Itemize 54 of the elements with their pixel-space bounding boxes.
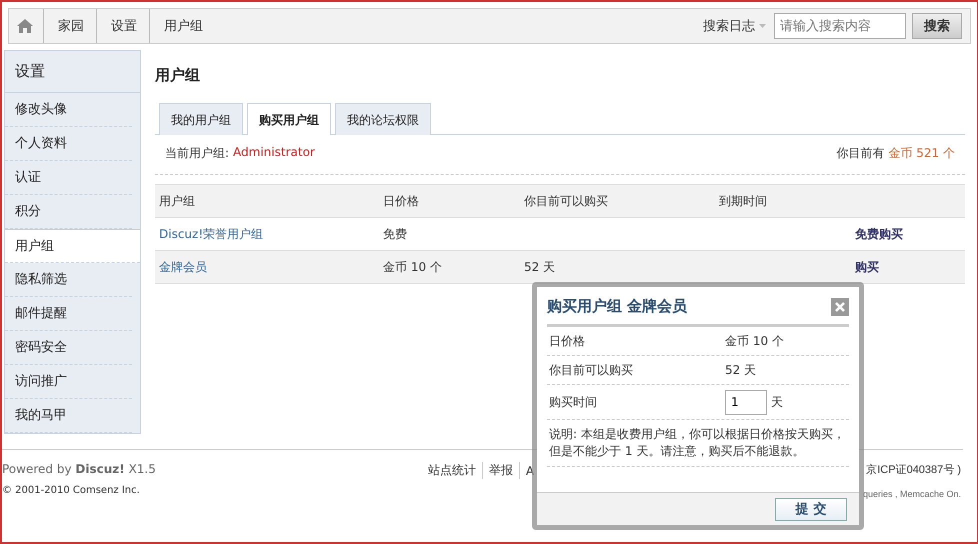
sidebar-item[interactable]: 认证 [5,161,132,195]
sidebar-item[interactable]: 隐私筛选 [5,263,132,297]
sidebar-item[interactable]: 邮件提醒 [5,297,132,331]
sidebar-item[interactable]: 我的马甲 [5,399,132,433]
footer-link[interactable]: 站点统计 [422,462,483,479]
field-label: 购买时间 [549,394,598,410]
sidebar-item[interactable]: 个人资料 [5,127,132,161]
table-cell-text: 52 天 [524,258,556,276]
buy-link[interactable]: 购买 [855,258,965,276]
powered-by-text: Powered by Discuz! X1.5 [2,462,156,476]
search-button[interactable]: 搜索 [912,13,962,39]
table-cell-text: 免费 [383,226,408,242]
column-header: 你目前可以购买 [524,192,609,210]
dialog-title: 购买用户组 金牌会员 [547,297,688,316]
breadcrumb-link[interactable]: 家园 [43,9,96,43]
sidebar-item[interactable]: 访问推广 [5,365,132,399]
balance-value: 金币 521 个 [888,145,955,162]
search-field[interactable]: 请输入搜索内容 [774,13,906,39]
balance-label: 你目前有 [836,145,884,162]
close-button[interactable] [831,298,849,316]
home-icon[interactable] [17,19,33,33]
sidebar-item[interactable]: 修改头像 [5,93,132,127]
group-link[interactable]: 金牌会员 [159,258,383,276]
sidebar-item[interactable]: 用户组 [5,229,140,263]
note-text: 说明: 本组是收费用户组，你可以根据日价格按天购买，但是不能少于 1 天。请注意，购买后不能退款。 [547,420,849,467]
field-label: 日价格 [549,332,586,350]
table-cell-text: 金币 10 个 [383,258,443,276]
copyright-text: © 2001-2010 Comsenz Inc. [2,485,141,496]
input-field[interactable]: 1 [725,390,767,414]
column-header: 用户组 [159,192,196,210]
column-header: 日价格 [383,192,420,210]
column-header: 到期时间 [719,192,768,210]
field-value: 金币 10 个 [725,332,785,350]
field-value: 52 天 [725,362,758,378]
field-label: 你目前可以购买 [549,362,634,378]
icp-text: 京ICP证040387号 ) [866,462,962,478]
tab[interactable]: 我的论坛权限 [335,103,431,135]
unit-label: 天 [771,394,783,410]
current-group-value: Administrator [233,145,315,161]
search-scope-dropdown[interactable]: 搜索日志 [703,17,766,35]
sidebar-item[interactable]: 密码安全 [5,331,132,365]
tab[interactable]: 购买用户组 [247,103,331,135]
caret-icon [759,24,766,28]
sidebar-title: 设置 [5,51,140,93]
page-heading: 用户组 [155,66,201,85]
group-link[interactable]: Discuz!荣誉用户组 [159,226,383,242]
breadcrumb-link[interactable]: 用户组 [149,9,215,43]
breadcrumb-link[interactable]: 设置 [96,9,149,43]
current-group-label: 当前用户组: [165,145,230,162]
close-icon [835,302,845,312]
buy-link[interactable]: 免费购买 [855,226,965,242]
tab[interactable]: 我的用户组 [159,103,243,135]
submit-button[interactable]: 提 交 [775,498,847,520]
footer-link[interactable]: 举报 [482,462,520,479]
